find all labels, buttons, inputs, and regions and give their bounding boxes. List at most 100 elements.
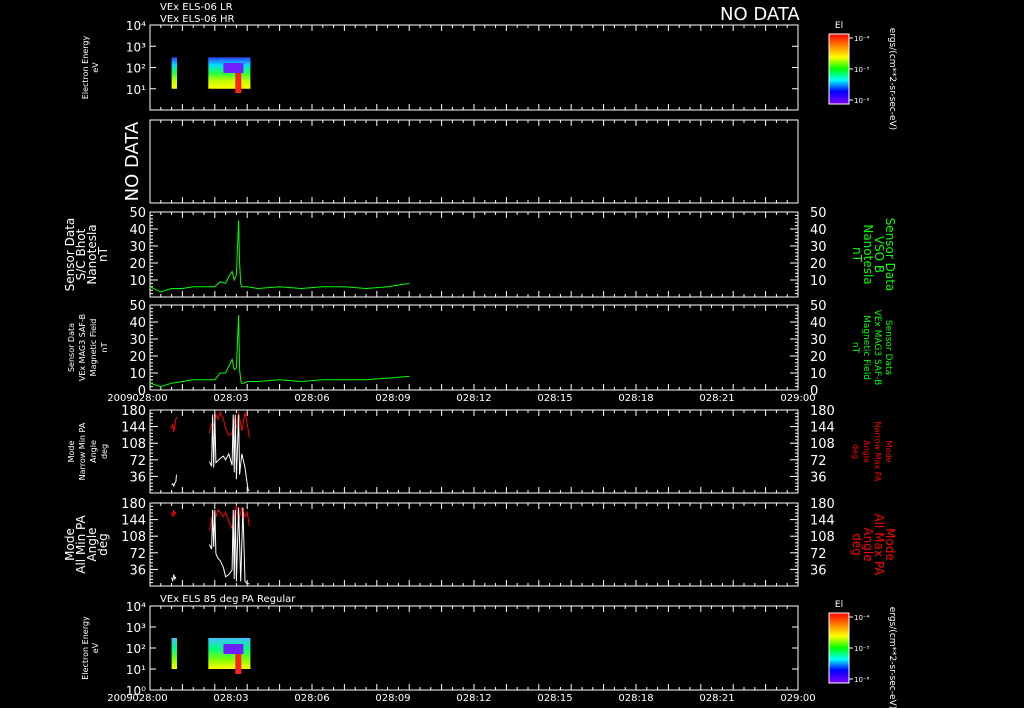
y-tick-label-right: 30 [810,333,827,348]
spectrogram-cell [171,637,177,669]
y-axis-label-right: VEx MAG3 SAF-B [872,310,882,386]
time-tick-label: 028:12 [456,693,491,704]
y-axis-label: nT [96,246,110,262]
y-axis-label-right: deg [850,533,864,556]
colorbar-tick-label: 10⁻⁴ [854,35,870,43]
y-tick-label: 10³ [126,621,146,635]
y-tick-label: 40 [129,223,146,238]
time-tick-label: 028:21 [699,693,734,704]
time-tick-label: 028:09 [375,393,410,404]
y-tick-label: 10³ [126,40,146,54]
y-tick-label: 108 [121,437,146,452]
colorbar-tick-label: 10⁻⁵ [854,66,870,74]
y-tick-label: 180 [121,404,146,419]
y-tick-label: 20 [129,350,146,365]
y-tick-label: 108 [121,530,146,545]
colorbar [828,33,850,105]
panel-frame [149,119,799,204]
colorbar [828,612,850,684]
dataset-title-lr: VEx ELS-06 LR [160,2,233,13]
series-line [171,416,177,433]
y-axis-label: deg [100,444,109,459]
dataset-title-hr: VEx ELS-06 HR [160,14,235,25]
y-axis-label-right: Angle [862,440,871,463]
y-tick-label: 10⁴ [126,600,146,614]
y-tick-label-right: 108 [810,437,835,452]
spectrogram-title: VEx ELS 85 deg PA Regular [160,594,296,605]
time-tick-label: 028:03 [213,693,248,704]
no-data-label: NO DATA [122,121,143,201]
y-axis-label-right: nT [850,342,860,354]
y-tick-label: 10 [129,274,146,289]
colorbar-unit: ergs/(cm**2-sr-sec-eV) [887,607,897,708]
y-axis-label-right: nT [850,247,864,263]
time-tick-label: 029:00 [780,693,815,704]
y-tick-label-right: 50 [810,206,827,221]
spectrogram-cell [223,644,244,654]
time-tick-label: 028:15 [537,693,572,704]
colorbar-tick-label: 10⁻⁶ [854,676,870,684]
time-tick-label: 028:09 [375,693,410,704]
y-tick-label: 10¹ [126,663,146,677]
y-tick-label-right: 10 [810,367,827,382]
y-tick-label: 144 [121,421,146,436]
y-tick-label-right: 40 [810,223,827,238]
colorbar-tick-label: 10⁻⁵ [854,645,870,653]
y-axis-label: Sensor Data [67,323,76,372]
y-tick-label-right: 50 [810,299,827,314]
spectrogram-cell [223,63,244,73]
spectrogram-cell [171,57,177,89]
colorbar-tick-label: 10⁻⁴ [854,614,870,622]
y-tick-label-right: 10 [810,274,827,289]
y-tick-label: 72 [129,547,146,562]
y-axis-label: nT [100,342,109,352]
y-axis-label-right: Magnetic Field [861,315,871,380]
series-line [171,574,177,583]
series-line [208,414,250,492]
y-tick-label: 36 [129,563,146,578]
no-data-label: NO DATA [720,4,800,25]
time-tick-label: 028:06 [294,693,329,704]
y-tick-label: 50 [129,206,146,221]
y-axis-label-right: Narrow Max PA [873,422,882,483]
y-axis-label: Electron Energy [81,616,90,680]
y-tick-label-right: 36 [810,470,827,485]
panel-frame [149,502,799,587]
time-tick-label: 028:03 [213,393,248,404]
y-tick-label-right: 30 [810,240,827,255]
colorbar-tick-label: 10⁻⁶ [854,97,870,105]
colorbar-title: El [835,21,843,31]
y-tick-label-right: 144 [810,421,835,436]
time-tick-label: 028:12 [456,393,491,404]
series-line [149,315,410,388]
series-line [171,509,177,517]
y-axis-label-right: Mode [884,441,893,463]
panel-frame [149,211,799,298]
y-axis-label: Mode [67,441,76,463]
y-tick-label: 10¹ [126,83,146,97]
y-axis-label: Angle [89,440,98,463]
y-axis-label: VEx MAG3 SAF-B [78,314,87,381]
y-tick-label: 40 [129,316,146,331]
series-line [208,507,250,585]
y-tick-label: 10⁰ [126,684,146,698]
colorbar-unit: ergs/(cm**2-sr-sec-eV) [887,28,897,130]
y-tick-label: 180 [121,497,146,512]
y-axis-label-right: Sensor Data [883,320,893,375]
y-tick-label-right: 144 [810,514,835,529]
y-tick-label: 30 [129,333,146,348]
y-tick-label-right: 0 [810,384,818,399]
y-tick-label: 144 [121,514,146,529]
panel-frame [149,304,799,391]
y-axis-label: Magnetic Field [89,319,98,377]
y-tick-label: 10² [126,642,146,656]
y-tick-label-right: 180 [810,497,835,512]
y-tick-label-right: 72 [810,454,827,469]
y-tick-label: 50 [129,299,146,314]
y-tick-label: 36 [129,470,146,485]
y-tick-label: 0 [138,384,146,399]
time-tick-label: 028:06 [294,393,329,404]
y-tick-label: 30 [129,240,146,255]
y-tick-label: 20 [129,257,146,272]
y-tick-label: 10⁴ [126,19,146,33]
